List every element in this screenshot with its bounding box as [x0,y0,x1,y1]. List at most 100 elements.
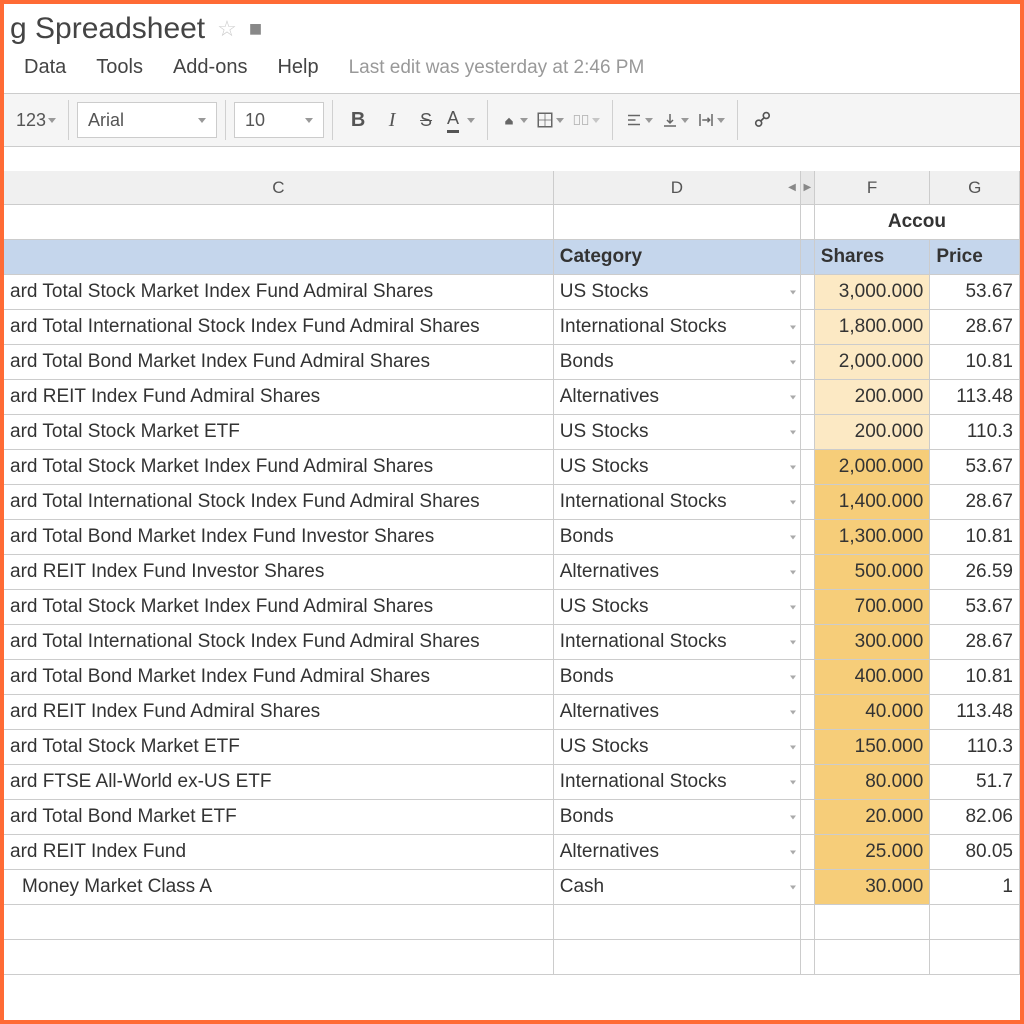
text-color-button[interactable]: A [443,102,479,138]
category-cell[interactable]: International Stocks [554,765,801,799]
dropdown-icon[interactable] [790,532,796,543]
category-cell[interactable]: Alternatives [554,380,801,414]
price-cell[interactable]: 28.67 [930,310,1020,344]
col-header-g[interactable]: G [930,171,1020,204]
dropdown-icon[interactable] [790,462,796,473]
hidden-column-indicator[interactable]: ▶ [801,171,815,204]
empty-cell[interactable] [4,205,554,239]
folder-icon[interactable]: ■ [249,16,262,42]
fund-name-cell[interactable]: ard FTSE All-World ex-US ETF [4,765,554,799]
fund-name-cell[interactable]: ard Total Bond Market Index Fund Admiral… [4,345,554,379]
col-header-c[interactable]: C [4,171,554,204]
menu-tools[interactable]: Tools [82,52,157,83]
category-cell[interactable]: US Stocks [554,275,801,309]
shares-cell[interactable]: 3,000.000 [815,275,931,309]
category-cell[interactable]: International Stocks [554,485,801,519]
header-cell-shares[interactable]: Shares [815,240,931,274]
shares-cell[interactable]: 300.000 [815,625,931,659]
price-cell[interactable]: 110.3 [930,730,1020,764]
category-cell[interactable]: US Stocks [554,415,801,449]
shares-cell[interactable]: 1,400.000 [815,485,931,519]
fund-name-cell[interactable]: Money Market Class A [4,870,554,904]
dropdown-icon[interactable] [790,497,796,508]
category-cell[interactable]: Alternatives [554,835,801,869]
fund-name-cell[interactable]: ard Total International Stock Index Fund… [4,485,554,519]
price-cell[interactable]: 113.48 [930,380,1020,414]
shares-cell[interactable]: 30.000 [815,870,931,904]
price-cell[interactable]: 10.81 [930,660,1020,694]
category-cell[interactable]: International Stocks [554,625,801,659]
fund-name-cell[interactable]: ard Total International Stock Index Fund… [4,625,554,659]
dropdown-icon[interactable] [790,882,796,893]
category-cell[interactable]: Bonds [554,800,801,834]
shares-cell[interactable]: 2,000.000 [815,345,931,379]
bold-button[interactable]: B [341,102,375,138]
category-cell[interactable]: US Stocks [554,450,801,484]
dropdown-icon[interactable] [790,742,796,753]
text-wrap-button[interactable] [693,102,729,138]
price-cell[interactable]: 53.67 [930,450,1020,484]
menu-data[interactable]: Data [10,52,80,83]
fund-name-cell[interactable]: ard REIT Index Fund Investor Shares [4,555,554,589]
price-cell[interactable]: 10.81 [930,345,1020,379]
shares-cell[interactable]: 25.000 [815,835,931,869]
fund-name-cell[interactable]: ard Total Stock Market ETF [4,415,554,449]
star-icon[interactable]: ☆ [217,16,237,42]
fund-name-cell[interactable]: ard Total Stock Market Index Fund Admira… [4,275,554,309]
category-cell[interactable]: Alternatives [554,695,801,729]
category-cell[interactable]: Alternatives [554,555,801,589]
shares-cell[interactable]: 80.000 [815,765,931,799]
document-title[interactable]: g Spreadsheet [10,12,205,46]
header-cell-name[interactable] [4,240,554,274]
shares-cell[interactable]: 1,300.000 [815,520,931,554]
fund-name-cell[interactable]: ard Total Stock Market Index Fund Admira… [4,590,554,624]
fund-name-cell[interactable]: ard REIT Index Fund Admiral Shares [4,695,554,729]
price-cell[interactable]: 1 [930,870,1020,904]
dropdown-icon[interactable] [790,392,796,403]
dropdown-icon[interactable] [790,322,796,333]
dropdown-icon[interactable] [790,812,796,823]
fund-name-cell[interactable]: ard Total Stock Market ETF [4,730,554,764]
price-cell[interactable]: 53.67 [930,590,1020,624]
dropdown-icon[interactable] [790,287,796,298]
dropdown-icon[interactable] [790,357,796,368]
header-cell-price[interactable]: Price [930,240,1020,274]
fund-name-cell[interactable]: ard REIT Index Fund [4,835,554,869]
shares-cell[interactable]: 200.000 [815,415,931,449]
insert-link-button[interactable]: ⚯ [746,102,780,138]
italic-button[interactable]: I [375,102,409,138]
strikethrough-button[interactable]: S [409,102,443,138]
price-cell[interactable]: 80.05 [930,835,1020,869]
price-cell[interactable]: 26.59 [930,555,1020,589]
dropdown-icon[interactable] [790,777,796,788]
price-cell[interactable]: 28.67 [930,625,1020,659]
font-size-select[interactable]: 10 [234,102,324,138]
fund-name-cell[interactable]: ard Total Bond Market Index Fund Investo… [4,520,554,554]
shares-cell[interactable]: 150.000 [815,730,931,764]
dropdown-icon[interactable] [790,427,796,438]
category-cell[interactable]: Bonds [554,660,801,694]
shares-cell[interactable]: 400.000 [815,660,931,694]
fill-color-button[interactable] [496,102,532,138]
fund-name-cell[interactable]: ard Total Bond Market ETF [4,800,554,834]
category-cell[interactable]: US Stocks [554,730,801,764]
shares-cell[interactable]: 40.000 [815,695,931,729]
fund-name-cell[interactable]: ard Total Bond Market Index Fund Admiral… [4,660,554,694]
category-cell[interactable]: Cash [554,870,801,904]
price-cell[interactable]: 10.81 [930,520,1020,554]
vertical-align-button[interactable] [657,102,693,138]
col-header-d[interactable]: D◀ [554,171,801,204]
shares-cell[interactable]: 500.000 [815,555,931,589]
dropdown-icon[interactable] [790,602,796,613]
empty-cell[interactable] [554,205,801,239]
price-cell[interactable]: 110.3 [930,415,1020,449]
menu-addons[interactable]: Add-ons [159,52,262,83]
shares-cell[interactable]: 200.000 [815,380,931,414]
category-cell[interactable]: US Stocks [554,590,801,624]
menu-help[interactable]: Help [263,52,332,83]
shares-cell[interactable]: 20.000 [815,800,931,834]
price-cell[interactable]: 82.06 [930,800,1020,834]
header-cell-category[interactable]: Category [554,240,801,274]
category-cell[interactable]: International Stocks [554,310,801,344]
account-label-cell[interactable]: Accou [815,205,1020,239]
